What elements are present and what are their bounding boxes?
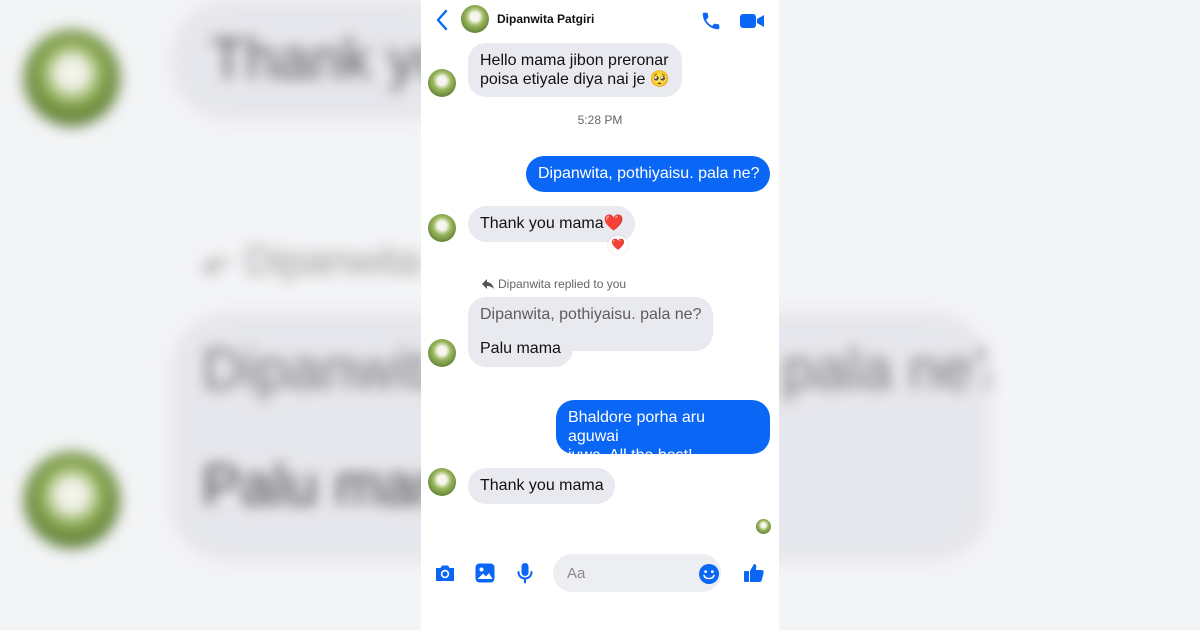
message-text-line: Bhaldore porha aru aguwai — [568, 409, 705, 445]
incoming-message[interactable]: Thank you mama — [468, 468, 615, 504]
message-timestamp: 5:28 PM — [577, 113, 623, 127]
message-text-line: juwa. All the best! — [568, 447, 693, 464]
message-composer — [421, 552, 779, 594]
contact-avatar-small[interactable] — [428, 468, 456, 496]
emoji-icon[interactable] — [698, 563, 720, 585]
microphone-icon[interactable] — [513, 561, 537, 585]
seen-indicator-avatar — [756, 519, 771, 534]
message-input[interactable] — [553, 554, 721, 592]
contact-avatar-small[interactable] — [428, 69, 456, 97]
thumbs-up-icon[interactable] — [742, 561, 766, 585]
bg-avatar — [24, 30, 120, 126]
phone-icon[interactable] — [700, 10, 722, 32]
message-text-line: poisa etiyale diya nai je 🥺 — [480, 71, 670, 88]
incoming-message[interactable]: Palu mama — [468, 331, 573, 367]
chat-header: Dipanwita Patgiri — [421, 0, 779, 40]
chevron-left-icon[interactable] — [435, 9, 449, 31]
replied-label-text: Dipanwita replied to you — [498, 277, 627, 291]
incoming-message[interactable]: Thank you mama❤️ — [468, 206, 635, 242]
incoming-message[interactable]: Hello mama jibon preronar poisa etiyale … — [468, 43, 682, 97]
quoted-message-text: Dipanwita, pothiyaisu. pala ne? — [480, 306, 702, 323]
outgoing-message[interactable]: Bhaldore porha aru aguwai juwa. All the … — [556, 400, 770, 464]
chat-window: Dipanwita Patgiri Hello mama jibon prero… — [421, 0, 779, 630]
contact-avatar[interactable] — [461, 5, 489, 33]
video-camera-icon[interactable] — [739, 12, 765, 30]
camera-icon[interactable] — [433, 561, 457, 585]
bg-avatar-2 — [24, 452, 120, 548]
contact-avatar-small[interactable] — [428, 214, 456, 242]
bg-reply-icon: ⬐ — [200, 239, 234, 283]
contact-name[interactable]: Dipanwita Patgiri — [497, 12, 594, 26]
replied-label: Dipanwita replied to you — [481, 277, 626, 291]
reply-icon — [482, 279, 494, 289]
heart-reaction-icon[interactable]: ❤️ — [608, 236, 628, 254]
message-text-line: Hello mama jibon preronar — [480, 52, 669, 69]
outgoing-message[interactable]: Dipanwita, pothiyaisu. pala ne? — [526, 156, 770, 192]
image-icon[interactable] — [473, 561, 497, 585]
reaction-emoji: ❤️ — [611, 238, 625, 251]
contact-avatar-small[interactable] — [428, 339, 456, 367]
